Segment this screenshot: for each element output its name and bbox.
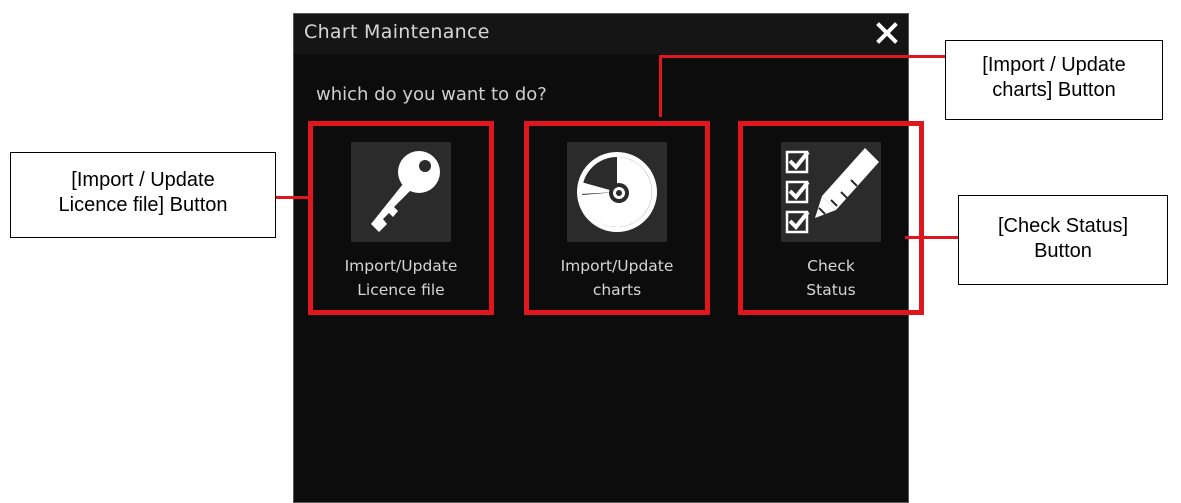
callout-line1: [Import / Update: [71, 169, 215, 191]
option-label-line1: Import/Update: [344, 257, 458, 275]
callout-leader-line: [659, 55, 662, 117]
dialog-title: Chart Maintenance: [304, 21, 490, 43]
callout-line2: Button: [1034, 240, 1092, 262]
key-icon: [351, 142, 451, 242]
callout-charts-button: [Import / Update charts] Button: [945, 40, 1163, 120]
callout-line2: charts] Button: [992, 79, 1116, 101]
callout-leader-line: [276, 196, 308, 199]
callout-line1: [Import / Update: [982, 54, 1126, 76]
title-bar: Chart Maintenance: [294, 14, 908, 54]
callout-leader-line: [905, 236, 958, 239]
callout-check-status-button: [Check Status] Button: [958, 195, 1168, 285]
prompt-text: which do you want to do?: [316, 84, 547, 105]
option-label-line1: Import/Update: [560, 257, 674, 275]
option-label-line2: Licence file: [357, 281, 445, 299]
option-label-line1: Check: [807, 257, 855, 275]
chart-maintenance-dialog: Chart Maintenance which do you want to d…: [293, 13, 924, 503]
callout-licence-button: [Import / Update Licence file] Button: [10, 152, 276, 238]
import-update-charts-button[interactable]: Import/Update charts: [524, 121, 710, 315]
checklist-pencil-icon: [781, 142, 881, 242]
option-label-line2: Status: [806, 281, 856, 299]
check-status-button[interactable]: Check Status: [738, 121, 924, 315]
option-label-line2: charts: [592, 281, 642, 299]
import-update-licence-button[interactable]: Import/Update Licence file: [308, 121, 494, 315]
close-button[interactable]: [872, 18, 902, 48]
callout-leader-line: [659, 55, 945, 58]
callout-line2: Licence file] Button: [58, 194, 228, 216]
disc-icon: [567, 142, 667, 242]
callout-line1: [Check Status]: [997, 215, 1129, 237]
close-icon: [876, 22, 898, 44]
